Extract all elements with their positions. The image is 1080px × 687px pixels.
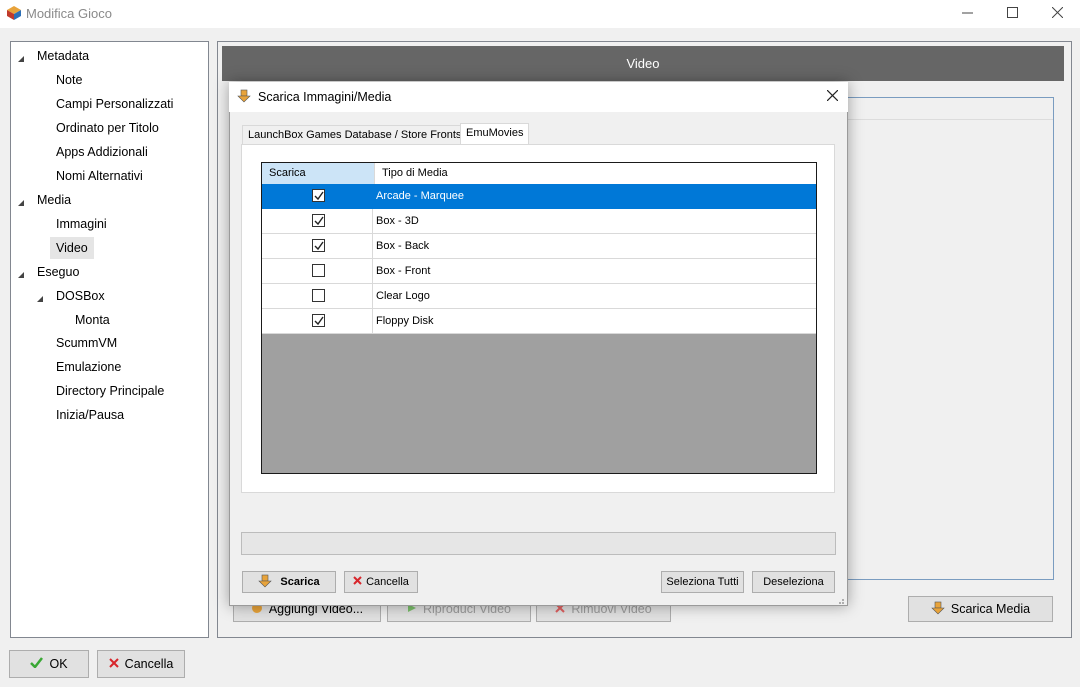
navigation-tree[interactable]: Metadata Note Campi Personalizzati Ordin…	[10, 41, 209, 638]
window-titlebar	[0, 0, 1080, 28]
close-icon	[826, 89, 838, 104]
select-all-button[interactable]: Seleziona Tutti	[661, 571, 744, 593]
row-checkbox[interactable]	[312, 264, 325, 277]
table-row[interactable]: Clear Logo	[262, 284, 816, 309]
tab-launchbox-db[interactable]: LaunchBox Games Database / Store Fronts	[242, 125, 468, 145]
row-checkbox[interactable]	[312, 214, 325, 227]
row-checkbox[interactable]	[312, 239, 325, 252]
cancel-x-icon	[353, 576, 362, 588]
table-row[interactable]: Box - 3D	[262, 209, 816, 234]
tab-emumovies[interactable]: EmuMovies	[460, 123, 530, 145]
download-progress-bar	[241, 532, 836, 555]
cancel-button[interactable]: Cancella	[97, 650, 185, 678]
dialog-cancel-button[interactable]: Cancella	[344, 571, 418, 593]
row-checkbox[interactable]	[312, 289, 325, 302]
expanded-triangle-icon[interactable]	[36, 292, 44, 306]
maximize-button[interactable]	[989, 0, 1035, 28]
row-checkbox[interactable]	[312, 189, 325, 202]
video-list[interactable]	[847, 97, 1054, 580]
download-button[interactable]: Scarica	[242, 571, 336, 593]
cancel-label: Cancella	[124, 657, 174, 671]
tree-item-sort-title[interactable]: Ordinato per Titolo	[50, 117, 165, 139]
media-type-name: Box - 3D	[376, 215, 419, 227]
ok-button[interactable]: OK	[9, 650, 89, 678]
tree-item-custom-fields[interactable]: Campi Personalizzati	[50, 93, 179, 115]
expanded-triangle-icon[interactable]	[17, 196, 25, 210]
media-type-name: Box - Front	[376, 265, 431, 277]
download-arrow-icon	[931, 601, 945, 618]
column-header-media-type[interactable]: Tipo di Media	[374, 163, 816, 184]
media-type-name: Floppy Disk	[376, 315, 434, 327]
ok-label: OK	[49, 657, 68, 671]
download-arrow-icon	[258, 574, 273, 591]
tree-item-mount[interactable]: Monta	[69, 309, 116, 331]
resize-grip-icon[interactable]	[836, 594, 845, 608]
table-row[interactable]: Box - Back	[262, 234, 816, 259]
row-checkbox[interactable]	[312, 314, 325, 327]
tree-item-metadata[interactable]: Metadata	[31, 45, 95, 67]
media-type-grid[interactable]: Scarica Tipo di Media Arcade - Marquee B…	[261, 162, 817, 474]
tree-item-media[interactable]: Media	[31, 189, 77, 211]
media-type-name: Clear Logo	[376, 290, 430, 302]
table-row[interactable]: Box - Front	[262, 259, 816, 284]
close-window-button[interactable]	[1034, 0, 1080, 28]
column-header-download[interactable]: Scarica	[262, 163, 374, 184]
app-logo-icon	[7, 6, 21, 20]
tree-item-run[interactable]: Eseguo	[31, 261, 85, 283]
minimize-button[interactable]	[944, 0, 990, 28]
cancel-x-icon	[108, 657, 119, 671]
download-media-button[interactable]: Scarica Media	[908, 596, 1053, 622]
tree-item-startup-pause[interactable]: Inizia/Pausa	[50, 404, 130, 426]
maximize-icon	[1006, 7, 1018, 21]
expanded-triangle-icon[interactable]	[17, 268, 25, 282]
tree-item-video[interactable]: Video	[50, 237, 94, 259]
table-row[interactable]: Floppy Disk	[262, 309, 816, 334]
table-row[interactable]: Arcade - Marquee	[262, 184, 816, 209]
tree-item-scummvm[interactable]: ScummVM	[50, 332, 123, 354]
checkmark-icon	[30, 657, 44, 671]
download-arrow-icon	[237, 89, 251, 106]
tree-item-alternate-names[interactable]: Nomi Alternativi	[50, 165, 149, 187]
deselect-button[interactable]: Deseleziona	[752, 571, 835, 593]
panel-header: Video	[222, 46, 1064, 81]
video-list-divider	[847, 119, 1053, 120]
tree-item-root-directory[interactable]: Directory Principale	[50, 380, 170, 402]
minimize-icon	[961, 7, 973, 21]
media-type-name: Arcade - Marquee	[376, 190, 465, 202]
dialog-title: Scarica Immagini/Media	[258, 90, 392, 104]
dialog-close-button[interactable]	[820, 87, 844, 107]
expanded-triangle-icon[interactable]	[17, 52, 25, 66]
download-label: Scarica	[280, 576, 320, 588]
close-icon	[1051, 6, 1063, 21]
tree-item-images[interactable]: Immagini	[50, 213, 113, 235]
window-title: Modifica Gioco	[26, 6, 112, 21]
dialog-cancel-label: Cancella	[366, 576, 409, 588]
grid-header: Scarica Tipo di Media	[262, 163, 816, 184]
download-media-label: Scarica Media	[950, 602, 1031, 616]
media-type-name: Box - Back	[376, 240, 430, 252]
tree-item-note[interactable]: Note	[50, 69, 88, 91]
tree-item-dosbox[interactable]: DOSBox	[50, 285, 111, 307]
tree-item-additional-apps[interactable]: Apps Addizionali	[50, 141, 154, 163]
tree-item-emulation[interactable]: Emulazione	[50, 356, 127, 378]
